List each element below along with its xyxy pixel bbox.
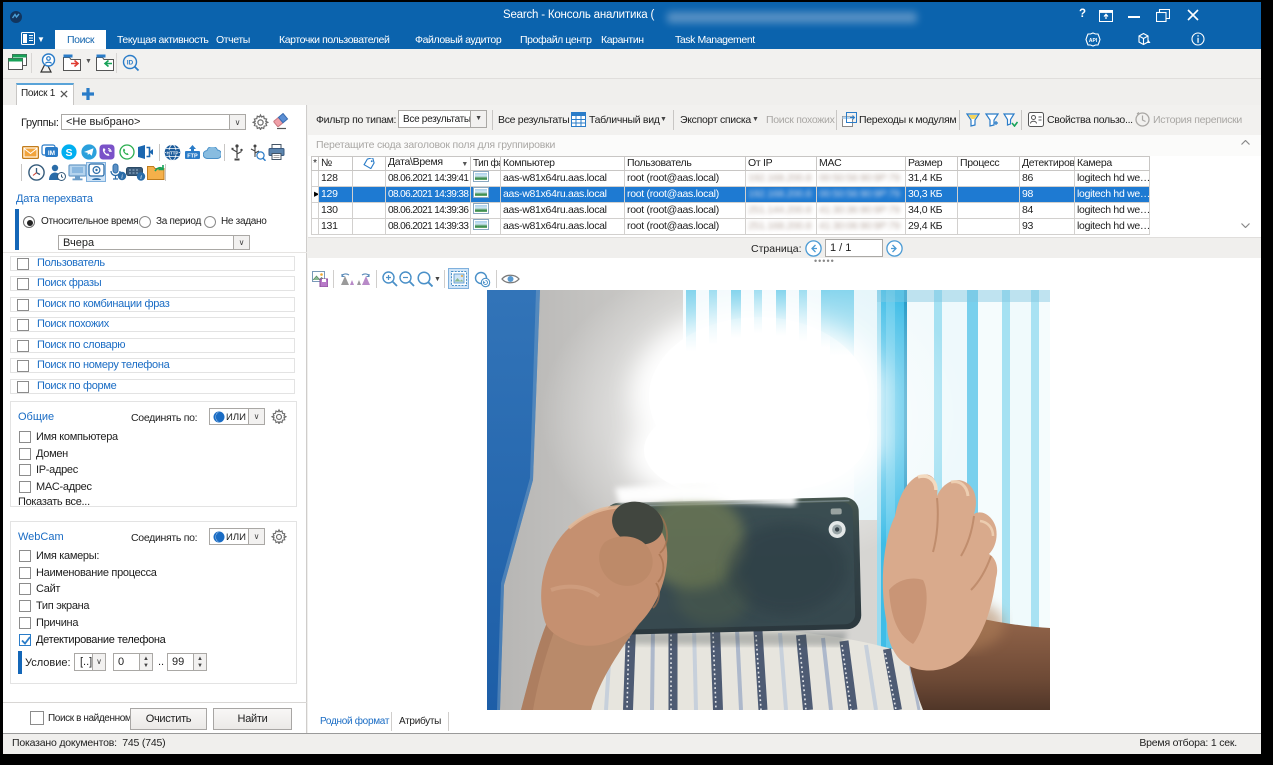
svg-text:i: i xyxy=(140,174,142,181)
svg-text:API: API xyxy=(1089,38,1098,44)
svg-text:ID: ID xyxy=(127,60,134,67)
svg-text:HTTP: HTTP xyxy=(167,150,179,155)
svg-text:S: S xyxy=(65,147,72,159)
svg-text:FTP: FTP xyxy=(187,154,198,160)
svg-text:IM: IM xyxy=(48,150,55,157)
svg-text:i: i xyxy=(121,174,123,181)
